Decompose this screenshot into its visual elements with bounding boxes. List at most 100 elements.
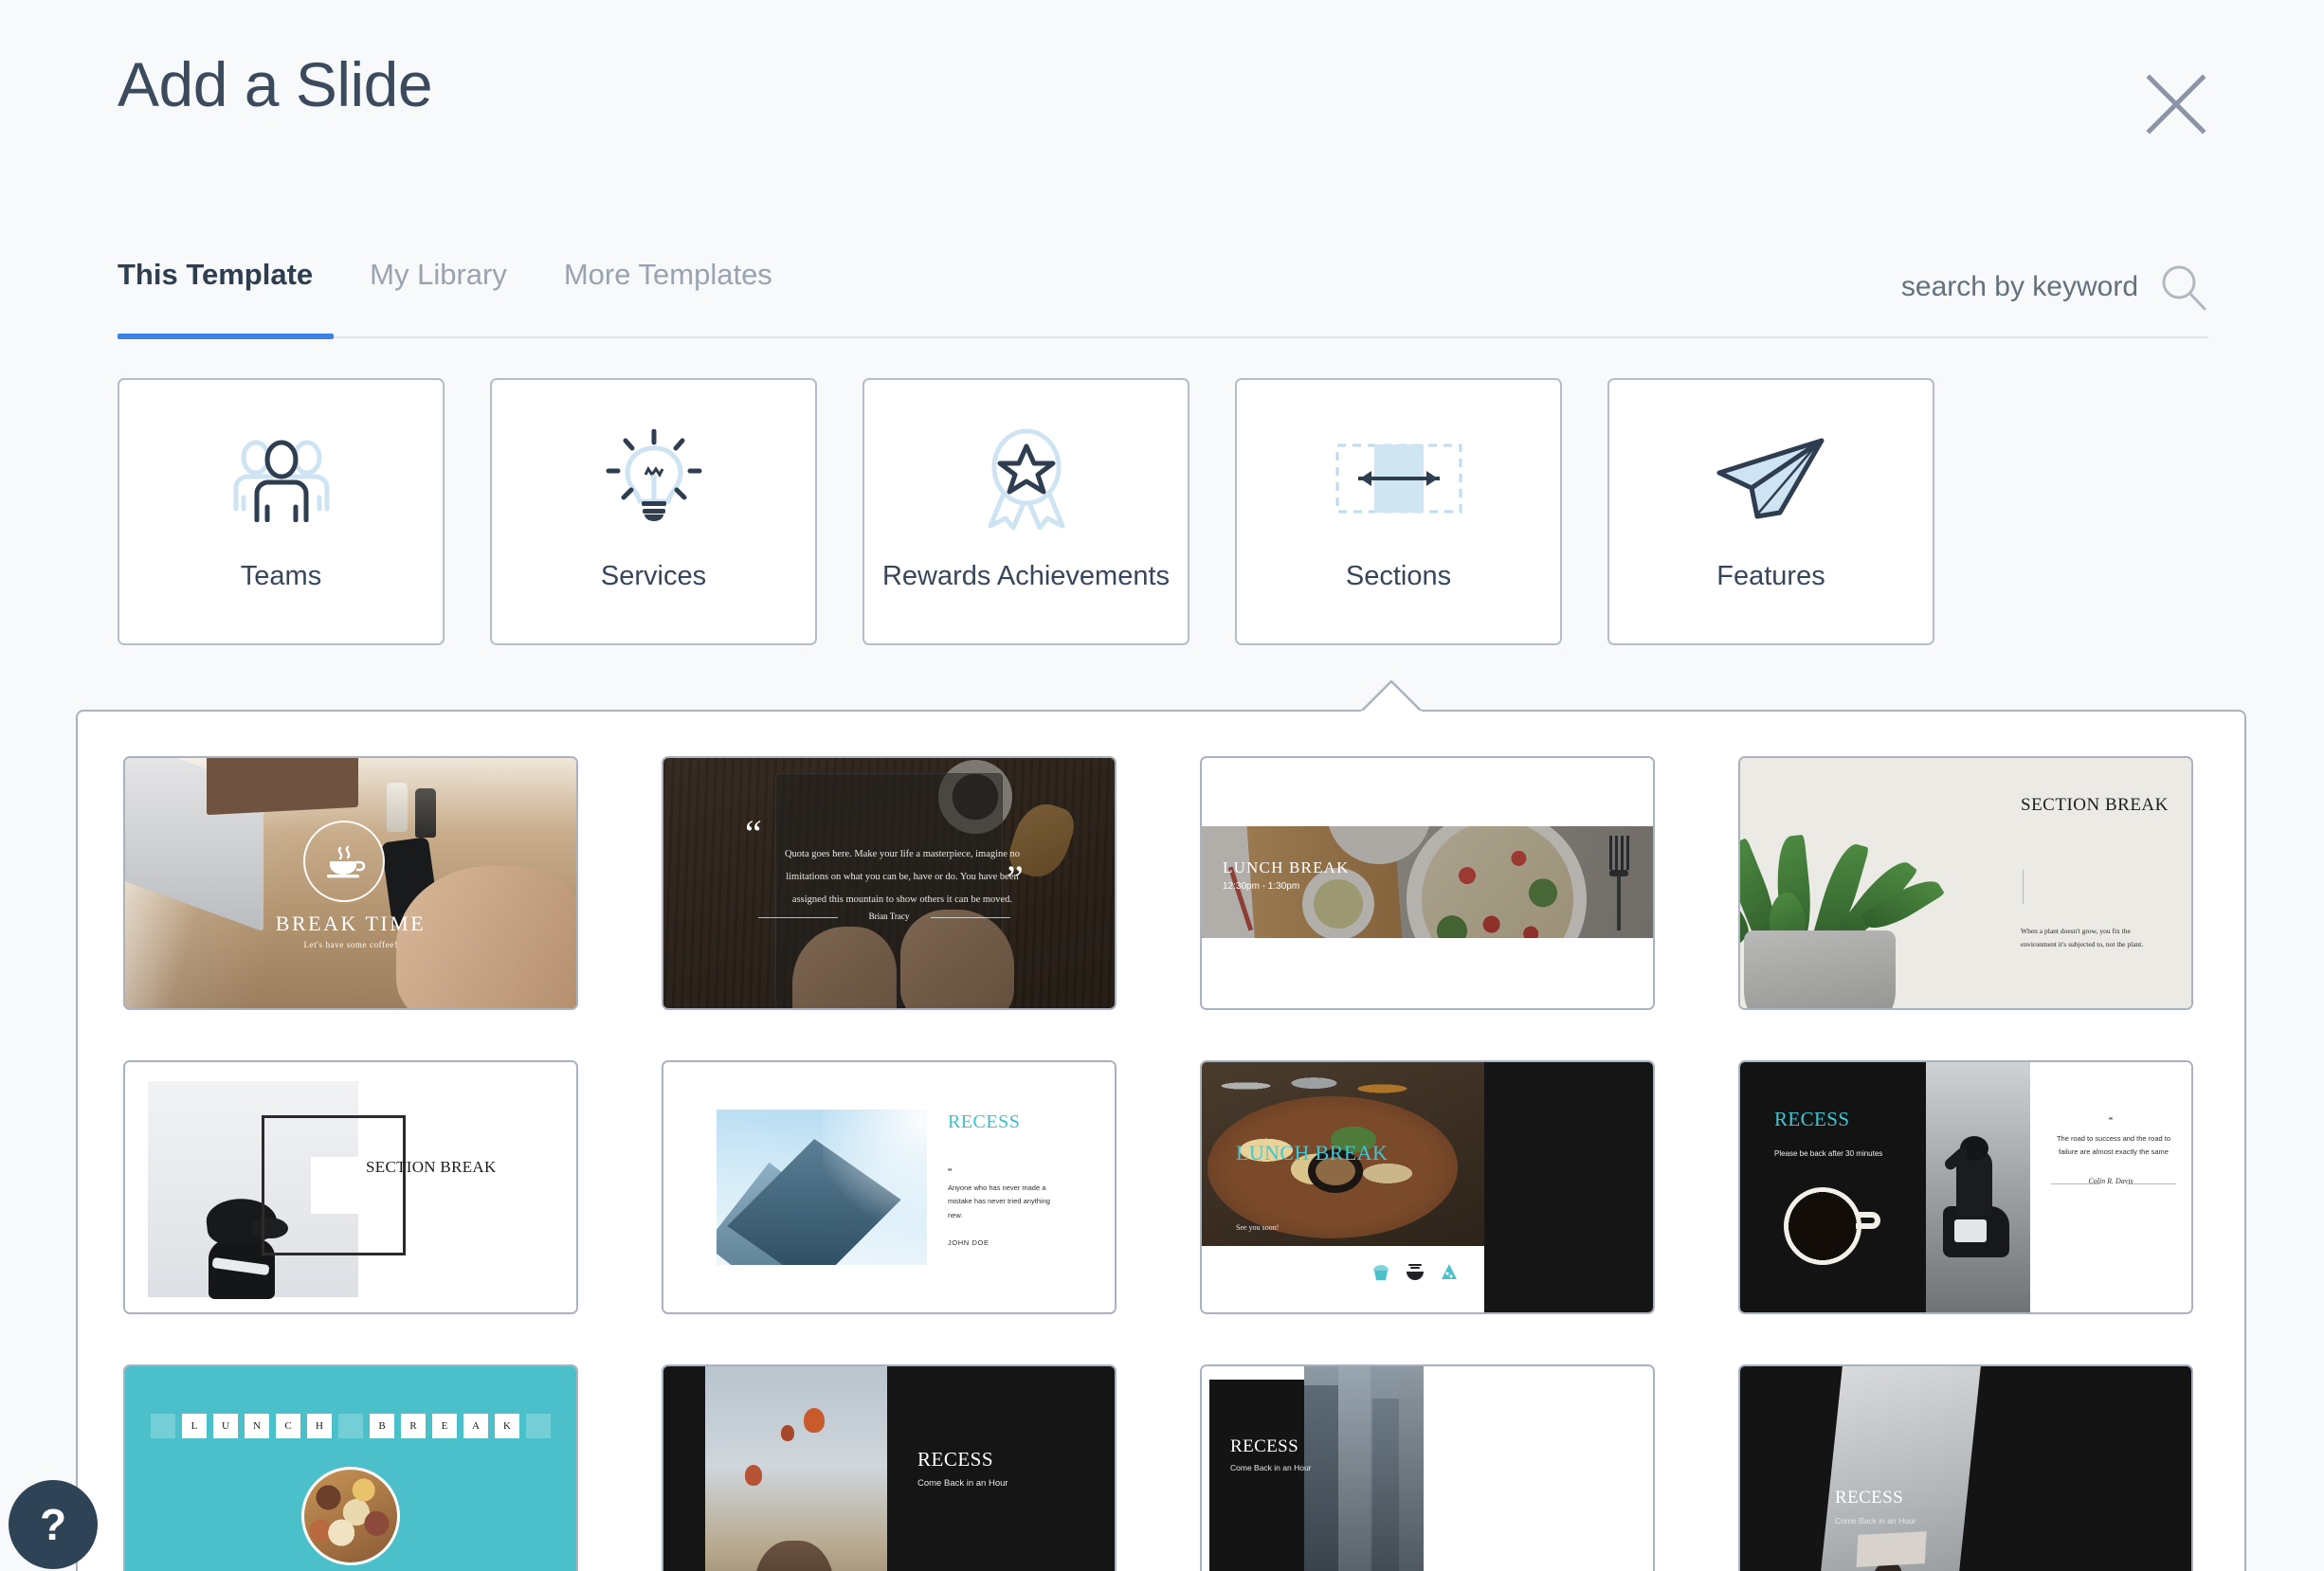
slide-title: RECESS [1774,1108,1850,1130]
close-button[interactable] [2140,68,2212,140]
close-icon [2146,74,2206,135]
slide-preview-lunch-break-dark: LUNCH BREAK See you soon! [1202,1062,1653,1312]
category-label: Rewards Achievements [881,561,1171,591]
slide-title: RECESS [1835,1488,1904,1508]
slide-preview-recess-balloons: RECESS Come Back in an Hour [663,1366,1115,1571]
letter-tile [151,1414,175,1438]
slide-thumbnail[interactable]: RECESS Please be back after 30 minutes “… [1738,1060,2193,1314]
letter-tile-row: L U N C H B R E A K [125,1414,576,1438]
slide-thumbnail[interactable]: “ ” Quota goes here. Make your life a ma… [662,756,1117,1010]
award-ribbon-star-icon [979,428,1074,530]
slide-thumbnail[interactable]: LUNCH BREAK 12:30pm - 1:30pm [1200,756,1655,1010]
slide-thumbnail[interactable]: RECESS Come Back in an Hour [1738,1364,2193,1571]
tab-more-templates[interactable]: More Templates [564,260,772,310]
slide-preview-break-time-coffee: BREAK TIME Let's have some coffee! [125,758,576,1008]
lightbulb-icon [605,429,703,528]
category-label: Features [1716,561,1825,591]
cupcake-icon [1373,1265,1389,1280]
people-group-icon [228,429,335,528]
slide-preview-lunch-break-tiles: L U N C H B R E A K [125,1366,576,1571]
slide-subtitle: Come Back in an Hour [1230,1463,1312,1472]
slide-title: RECESS [1230,1436,1299,1456]
slide-thumbnail[interactable]: SECTION BREAK When a plant doesn't grow,… [1738,756,2193,1010]
category-card-rewards-achievements[interactable]: Rewards Achievements [862,378,1189,645]
slide-body: When a plant doesn't grow, you fix the e… [2021,927,2144,948]
slide-author: Colin R. Davis [2088,1177,2133,1185]
slide-thumbnail[interactable]: RECESS “ Anyone who has never made a mis… [662,1060,1117,1314]
letter-tile: E [432,1414,457,1438]
letter-tile: N [245,1414,269,1438]
slide-thumbnail[interactable]: L U N C H B R E A K [123,1364,578,1571]
tab-my-library[interactable]: My Library [370,260,507,310]
slide-preview-section-break-plant: SECTION BREAK When a plant doesn't grow,… [1740,758,2191,1008]
slide-quote: Quota goes here. Make your life a master… [784,849,1021,906]
open-quote-mark: “ [2108,1115,2114,1125]
open-quote-mark: “ [745,812,762,855]
letter-tile: B [370,1414,394,1438]
active-tab-indicator [118,334,334,339]
help-button[interactable]: ? [9,1480,98,1569]
slide-subtitle: 12:30pm - 1:30pm [1223,881,1300,892]
tabs-divider [118,336,2208,338]
letter-tile [338,1414,363,1438]
slide-title: LUNCH BREAK [1223,858,1350,876]
search-box[interactable] [1825,262,2208,312]
slide-title: RECESS [948,1111,1021,1132]
category-card-features[interactable]: Features [1607,378,1934,645]
search-input[interactable] [1825,271,2138,303]
search-icon[interactable] [2159,262,2208,312]
letter-tile: K [495,1414,519,1438]
slide-author: Brian Tracy [868,912,910,921]
tabs-row: This Template My Library More Templates [118,251,2208,339]
letter-tile: U [213,1414,238,1438]
slide-preview-section-break-dog: SECTION BREAK [125,1062,576,1312]
slide-preview-recess-sign: RECESS Come Back in an Hour [1740,1366,2191,1571]
slide-title: SECTION BREAK [366,1158,497,1176]
category-label: Services [600,561,707,591]
slide-subtitle: Come Back in an Hour [1835,1516,1916,1526]
tab-this-template[interactable]: This Template [118,260,313,310]
letter-tile: A [463,1414,488,1438]
slide-body: The road to success and the road to fail… [2056,1134,2171,1157]
category-card-sections[interactable]: Sections [1235,378,1562,645]
slide-preview-recess-coffee-rider: RECESS Please be back after 30 minutes “… [1740,1062,2191,1312]
letter-tile: R [401,1414,426,1438]
letter-tile [526,1414,551,1438]
slide-preview-quote-dark-wood: “ ” Quota goes here. Make your life a ma… [663,758,1115,1008]
letter-tile: L [182,1414,207,1438]
category-card-teams[interactable]: Teams [118,378,445,645]
slide-body: Anyone who has never made a mistake has … [948,1183,1050,1219]
slide-preview-recess-city: RECESS Come Back in an Hour [1202,1366,1653,1571]
slide-subtitle: Let's have some coffee! [303,940,398,949]
food-icon-row [1371,1261,1460,1282]
slide-title: BREAK TIME [275,912,427,935]
paper-plane-icon [1714,429,1829,528]
noodle-bowl-icon [1407,1264,1424,1280]
slide-thumbnail[interactable]: RECESS Come Back in an Hour [662,1364,1117,1571]
slide-thumbnail-grid: BREAK TIME Let's have some coffee! “ ” Q… [123,756,2193,1571]
modal-header: Add a Slide [0,0,2324,180]
slide-preview-lunch-break-band: LUNCH BREAK 12:30pm - 1:30pm [1202,758,1653,1008]
letter-tile: C [276,1414,300,1438]
slide-thumbnail[interactable]: RECESS Come Back in an Hour [1200,1364,1655,1571]
slide-thumbnail[interactable]: LUNCH BREAK See you soon! [1200,1060,1655,1314]
slide-title: SECTION BREAK [2021,795,2169,815]
panel-caret-icon [1360,679,1423,713]
slide-subtitle: Come Back in an Hour [917,1478,1008,1489]
category-label: Teams [240,561,322,591]
slide-preview-recess-building: RECESS “ Anyone who has never made a mis… [663,1062,1115,1312]
pizza-slice-icon [1442,1264,1457,1279]
slide-thumbnail[interactable]: SECTION BREAK [123,1060,578,1314]
slide-title: LUNCH BREAK [1236,1141,1389,1165]
slide-subtitle: See you soon! [1236,1223,1280,1232]
slide-subtitle: Please be back after 30 minutes [1774,1149,1883,1158]
slide-thumbnail[interactable]: BREAK TIME Let's have some coffee! [123,756,578,1010]
food-photo-circle [301,1467,400,1565]
slide-title: RECESS [917,1448,994,1471]
category-card-services[interactable]: Services [490,378,817,645]
slide-author: JOHN DOE [948,1238,990,1247]
page-title: Add a Slide [118,49,433,119]
open-quote-mark: “ [948,1166,953,1176]
category-card-row: Teams Services Rewards Achievements Sect… [118,378,1934,645]
coffee-cup-icon [303,821,385,902]
